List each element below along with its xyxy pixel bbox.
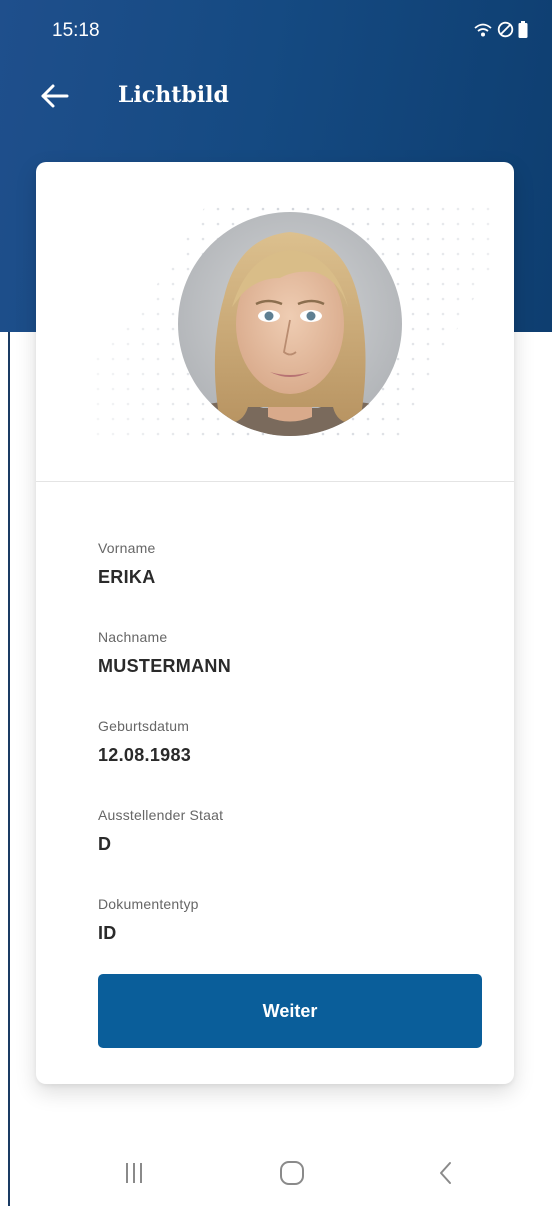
arrow-left-icon <box>41 84 69 108</box>
system-nav-bar <box>0 1140 552 1206</box>
left-edge-line <box>8 332 10 1206</box>
continue-button[interactable]: Weiter <box>98 974 482 1048</box>
field-label: Ausstellender Staat <box>98 807 224 823</box>
identity-card: Vorname ERIKA Nachname MUSTERMANN Geburt… <box>36 162 514 1084</box>
back-icon[interactable] <box>438 1161 454 1185</box>
back-button[interactable] <box>34 76 74 116</box>
field-label: Geburtsdatum <box>98 718 190 734</box>
field-label: Vorname <box>98 540 156 556</box>
field-birth-date: Geburtsdatum 12.08.1983 <box>98 718 231 807</box>
field-value: MUSTERMANN <box>98 656 231 676</box>
portrait-photo <box>178 212 402 436</box>
recents-icon[interactable] <box>124 1161 144 1185</box>
field-last-name: Nachname MUSTERMANN <box>98 629 231 718</box>
field-document-type: Dokumententyp ID <box>98 896 231 985</box>
page-title: Lichtbild <box>118 82 229 108</box>
app-bar: Lichtbild <box>0 66 552 128</box>
screen: 15:18 Lichtbild Vorname ERIKA Nachname M… <box>0 0 552 1206</box>
field-first-name: Vorname ERIKA <box>98 540 231 629</box>
do-not-disturb-icon <box>497 21 514 38</box>
status-icons <box>473 21 528 38</box>
wifi-icon <box>474 23 492 36</box>
field-value: ERIKA <box>98 567 156 587</box>
home-icon[interactable] <box>279 1160 305 1186</box>
battery-icon <box>518 21 528 38</box>
field-value: 12.08.1983 <box>98 745 192 765</box>
status-time: 15:18 <box>52 20 100 41</box>
field-label: Dokumententyp <box>98 896 199 912</box>
field-value: ID <box>98 923 117 943</box>
field-issuing-state: Ausstellender Staat D <box>98 807 231 896</box>
status-bar: 15:18 <box>0 0 552 60</box>
field-label: Nachname <box>98 629 168 645</box>
photo-area <box>36 162 514 482</box>
field-value: D <box>98 834 112 854</box>
fields-list: Vorname ERIKA Nachname MUSTERMANN Geburt… <box>98 540 231 985</box>
